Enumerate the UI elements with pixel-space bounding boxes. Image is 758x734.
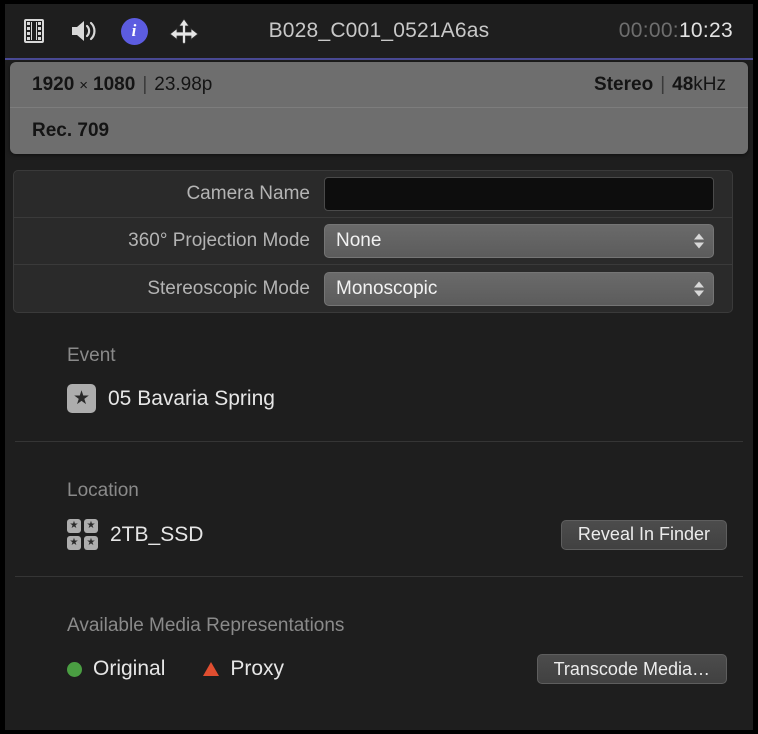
property-field: None — [324, 224, 732, 258]
star-badge-icon: ★ — [67, 384, 96, 413]
property-label: Stereoscopic Mode — [14, 278, 324, 300]
media-info-tooltip: 1920×1080|23.98p Stereo|48kHz Rec. 709 — [10, 62, 748, 154]
section-divider — [15, 441, 743, 442]
resolution-separator: × — [74, 77, 93, 94]
inspector-body: Camera Name 360° Projection Mode None St… — [5, 60, 753, 730]
field-separator: | — [653, 74, 672, 95]
library-icon: ★★★★ — [67, 519, 98, 550]
red-triangle-icon — [203, 662, 219, 676]
property-field: Monoscopic — [324, 272, 732, 306]
original-label: Original — [93, 657, 165, 681]
chevron-updown-icon — [694, 281, 704, 296]
tooltip-row-colorspace: Rec. 709 — [10, 108, 748, 154]
timecode-seconds-frames: 10:23 — [679, 19, 733, 42]
tooltip-resolution: 1920×1080|23.98p — [32, 74, 212, 96]
framerate: 23.98p — [154, 74, 212, 95]
proxy-representation: Proxy — [203, 657, 284, 681]
property-field — [324, 177, 732, 211]
chevron-updown-icon — [694, 234, 704, 249]
property-row-camera-name: Camera Name — [14, 171, 732, 218]
tooltip-row-format: 1920×1080|23.98p Stereo|48kHz — [10, 62, 748, 108]
reveal-in-finder-button[interactable]: Reveal In Finder — [561, 520, 727, 550]
event-name: 05 Bavaria Spring — [108, 387, 275, 411]
projection-mode-dropdown[interactable]: None — [324, 224, 714, 258]
dropdown-value: None — [336, 230, 381, 252]
event-row[interactable]: ★ 05 Bavaria Spring — [5, 384, 753, 413]
green-dot-icon — [67, 662, 82, 677]
transcode-media-button[interactable]: Transcode Media… — [537, 654, 727, 684]
stereoscopic-mode-dropdown[interactable]: Monoscopic — [324, 272, 714, 306]
audio-channels: Stereo — [594, 74, 653, 95]
media-representations-section: Available Media Representations Original… — [5, 615, 753, 684]
location-section-title: Location — [5, 480, 753, 502]
dropdown-value: Monoscopic — [336, 278, 437, 300]
event-section-title: Event — [5, 345, 753, 367]
inspector-toolbar: i B028_C001_0521A6as 00:00:10:23 — [5, 4, 753, 58]
timecode-hours-minutes: 00:00: — [619, 19, 679, 42]
resolution-height: 1080 — [93, 74, 135, 95]
property-row-projection-mode: 360° Projection Mode None — [14, 218, 732, 265]
proxy-label: Proxy — [230, 657, 284, 681]
camera-name-input[interactable] — [324, 177, 714, 211]
audio-sample-rate-unit: kHz — [693, 74, 726, 95]
event-section: Event ★ 05 Bavaria Spring — [5, 345, 753, 413]
property-label: 360° Projection Mode — [14, 230, 324, 252]
tooltip-audio: Stereo|48kHz — [594, 74, 726, 96]
location-name: 2TB_SSD — [110, 523, 203, 547]
field-separator: | — [135, 74, 154, 95]
timecode-display: 00:00:10:23 — [619, 19, 733, 43]
inspector-window: i B028_C001_0521A6as 00:00:10:23 Camera … — [5, 4, 753, 730]
location-row: ★★★★ 2TB_SSD Reveal In Finder — [5, 519, 753, 550]
audio-sample-rate: 48 — [672, 74, 693, 95]
section-divider — [15, 576, 743, 577]
clip-properties-group: Camera Name 360° Projection Mode None St… — [13, 170, 733, 313]
color-space: Rec. 709 — [32, 120, 109, 142]
location-section: Location ★★★★ 2TB_SSD Reveal In Finder — [5, 480, 753, 550]
media-section-title: Available Media Representations — [5, 615, 753, 637]
original-representation: Original — [67, 657, 165, 681]
media-representations-row: Original Proxy Transcode Media… — [5, 654, 753, 684]
property-row-stereoscopic-mode: Stereoscopic Mode Monoscopic — [14, 265, 732, 312]
property-label: Camera Name — [14, 183, 324, 205]
resolution-width: 1920 — [32, 74, 74, 95]
